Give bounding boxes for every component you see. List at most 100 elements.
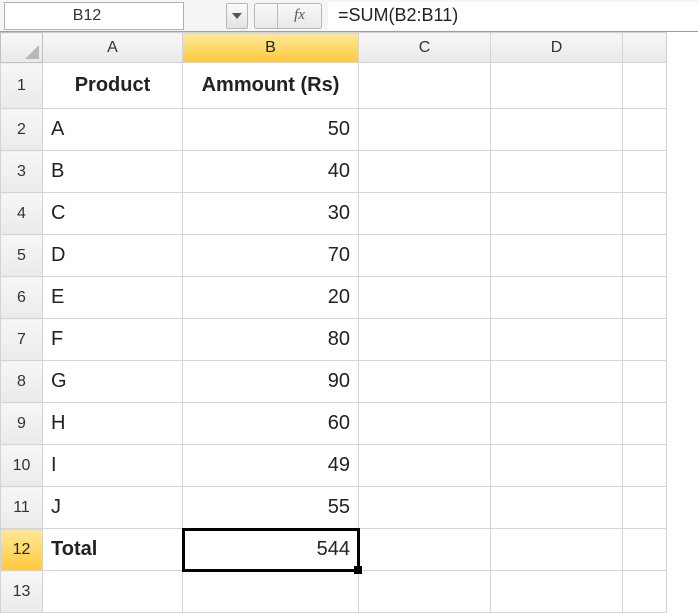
- fx-group: fx: [254, 3, 322, 29]
- cell-B2[interactable]: 50: [183, 109, 359, 151]
- cell-B3[interactable]: 40: [183, 151, 359, 193]
- row-header-13[interactable]: 13: [1, 571, 43, 613]
- cell-A13[interactable]: [43, 571, 183, 613]
- cell-D12[interactable]: [491, 529, 623, 571]
- name-box[interactable]: B12: [4, 2, 184, 30]
- cell-C2[interactable]: [359, 109, 491, 151]
- row-6: 6 E 20: [1, 277, 667, 319]
- cell-C4[interactable]: [359, 193, 491, 235]
- row-3: 3 B 40: [1, 151, 667, 193]
- cell-D3[interactable]: [491, 151, 623, 193]
- row-header-11[interactable]: 11: [1, 487, 43, 529]
- cell-C13[interactable]: [359, 571, 491, 613]
- formula-input[interactable]: =SUM(B2:B11): [328, 2, 698, 30]
- cell-D1[interactable]: [491, 63, 623, 109]
- cell-E3[interactable]: [623, 151, 667, 193]
- column-header-C[interactable]: C: [359, 33, 491, 63]
- cell-B4[interactable]: 30: [183, 193, 359, 235]
- cell-E12[interactable]: [623, 529, 667, 571]
- cell-C5[interactable]: [359, 235, 491, 277]
- cell-B10[interactable]: 49: [183, 445, 359, 487]
- row-header-7[interactable]: 7: [1, 319, 43, 361]
- cell-E7[interactable]: [623, 319, 667, 361]
- cell-D11[interactable]: [491, 487, 623, 529]
- row-header-3[interactable]: 3: [1, 151, 43, 193]
- cell-D6[interactable]: [491, 277, 623, 319]
- cell-E4[interactable]: [623, 193, 667, 235]
- row-header-12[interactable]: 12: [1, 529, 43, 571]
- row-header-1[interactable]: 1: [1, 63, 43, 109]
- row-8: 8 G 90: [1, 361, 667, 403]
- cell-C1[interactable]: [359, 63, 491, 109]
- cell-A7[interactable]: F: [43, 319, 183, 361]
- row-5: 5 D 70: [1, 235, 667, 277]
- cell-D5[interactable]: [491, 235, 623, 277]
- cell-A8[interactable]: G: [43, 361, 183, 403]
- row-12: 12 Total 544: [1, 529, 667, 571]
- cell-E6[interactable]: [623, 277, 667, 319]
- row-header-6[interactable]: 6: [1, 277, 43, 319]
- cell-E10[interactable]: [623, 445, 667, 487]
- cell-A1[interactable]: Product: [43, 63, 183, 109]
- row-header-2[interactable]: 2: [1, 109, 43, 151]
- cell-D13[interactable]: [491, 571, 623, 613]
- cell-A9[interactable]: H: [43, 403, 183, 445]
- column-header-A[interactable]: A: [43, 33, 183, 63]
- cell-B5[interactable]: 70: [183, 235, 359, 277]
- cell-D10[interactable]: [491, 445, 623, 487]
- row-1: 1 Product Ammount (Rs): [1, 63, 667, 109]
- select-all-corner[interactable]: [1, 33, 43, 63]
- cell-D2[interactable]: [491, 109, 623, 151]
- cell-C8[interactable]: [359, 361, 491, 403]
- cell-D4[interactable]: [491, 193, 623, 235]
- cell-C10[interactable]: [359, 445, 491, 487]
- cell-A3[interactable]: B: [43, 151, 183, 193]
- cell-B8[interactable]: 90: [183, 361, 359, 403]
- cell-B12[interactable]: 544: [183, 529, 359, 571]
- cell-D7[interactable]: [491, 319, 623, 361]
- cell-D9[interactable]: [491, 403, 623, 445]
- column-header-D[interactable]: D: [491, 33, 623, 63]
- cell-E1[interactable]: [623, 63, 667, 109]
- cell-A12[interactable]: Total: [43, 529, 183, 571]
- cell-B11[interactable]: 55: [183, 487, 359, 529]
- name-box-dropdown-button[interactable]: [226, 3, 248, 29]
- cell-A4[interactable]: C: [43, 193, 183, 235]
- cell-C12[interactable]: [359, 529, 491, 571]
- cell-B7[interactable]: 80: [183, 319, 359, 361]
- cell-C7[interactable]: [359, 319, 491, 361]
- cell-A5[interactable]: D: [43, 235, 183, 277]
- cell-E13[interactable]: [623, 571, 667, 613]
- cell-A10[interactable]: I: [43, 445, 183, 487]
- row-header-8[interactable]: 8: [1, 361, 43, 403]
- cell-C9[interactable]: [359, 403, 491, 445]
- name-box-dropdown-area: fx: [226, 3, 322, 29]
- cell-E2[interactable]: [623, 109, 667, 151]
- cell-D8[interactable]: [491, 361, 623, 403]
- cell-B13[interactable]: [183, 571, 359, 613]
- cell-B1[interactable]: Ammount (Rs): [183, 63, 359, 109]
- cell-E11[interactable]: [623, 487, 667, 529]
- cell-E8[interactable]: [623, 361, 667, 403]
- spreadsheet-grid: A B C D 1 Product Ammount (Rs) 2 A 50 3 …: [0, 32, 667, 613]
- cell-E9[interactable]: [623, 403, 667, 445]
- column-header-row: A B C D: [1, 33, 667, 63]
- row-header-9[interactable]: 9: [1, 403, 43, 445]
- cell-A6[interactable]: E: [43, 277, 183, 319]
- cell-B9[interactable]: 60: [183, 403, 359, 445]
- row-9: 9 H 60: [1, 403, 667, 445]
- cell-E5[interactable]: [623, 235, 667, 277]
- row-header-4[interactable]: 4: [1, 193, 43, 235]
- cell-B6[interactable]: 20: [183, 277, 359, 319]
- cell-C3[interactable]: [359, 151, 491, 193]
- insert-function-button[interactable]: fx: [278, 3, 322, 29]
- row-header-10[interactable]: 10: [1, 445, 43, 487]
- column-header-B[interactable]: B: [183, 33, 359, 63]
- cell-A11[interactable]: J: [43, 487, 183, 529]
- cell-C6[interactable]: [359, 277, 491, 319]
- cell-A2[interactable]: A: [43, 109, 183, 151]
- column-header-E[interactable]: [623, 33, 667, 63]
- cell-C11[interactable]: [359, 487, 491, 529]
- row-header-5[interactable]: 5: [1, 235, 43, 277]
- row-10: 10 I 49: [1, 445, 667, 487]
